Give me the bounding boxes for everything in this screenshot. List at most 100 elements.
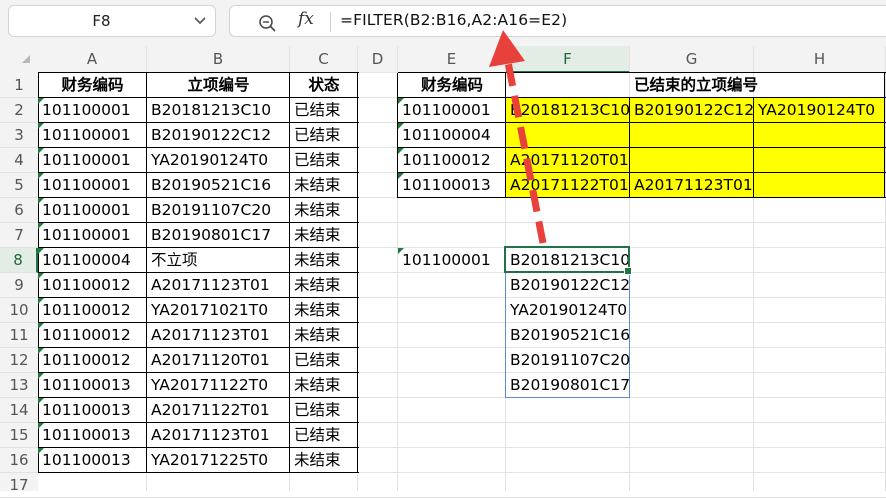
table-cell[interactable]: 未结束 (290, 198, 358, 223)
spreadsheet-grid[interactable]: 财务编码 立项编号 状态 101100001 B20181213C10 已结束 101100… (38, 72, 886, 498)
table-cell[interactable]: B20190801C17 (147, 223, 290, 248)
table-cell[interactable]: 101100012 (38, 273, 147, 298)
filter-key-cell[interactable]: 101100001 (398, 248, 506, 273)
table-header[interactable]: 状态 (290, 73, 358, 98)
table-cell[interactable]: B20181213C10 (147, 98, 290, 123)
table-cell[interactable]: 101100001 (38, 173, 147, 198)
table-cell[interactable]: 已结束 (290, 98, 358, 123)
column-header-a[interactable]: A (38, 46, 147, 73)
table-cell[interactable]: 101100012 (398, 148, 506, 173)
table-cell[interactable]: 未结束 (290, 173, 358, 198)
table-header[interactable]: 立项编号 (147, 73, 290, 98)
table-cell[interactable]: 101100001 (38, 223, 147, 248)
table-cell[interactable]: 101100013 (38, 423, 147, 448)
row-header-10[interactable]: 10 (0, 298, 38, 323)
row-header-15[interactable]: 15 (0, 423, 38, 448)
table-cell[interactable]: YA20171225T0 (147, 448, 290, 473)
table-cell[interactable]: A20171123T01 (630, 173, 754, 198)
row-header-7[interactable]: 7 (0, 223, 38, 248)
table-cell[interactable]: 101100001 (398, 98, 506, 123)
column-header-e[interactable]: E (398, 46, 506, 73)
table-cell[interactable]: 已结束 (290, 123, 358, 148)
table-header[interactable]: 财务编码 (38, 73, 147, 98)
table-cell[interactable]: A20171122T01 (506, 173, 630, 198)
table-cell[interactable]: 101100013 (38, 398, 147, 423)
row-header-4[interactable]: 4 (0, 148, 38, 173)
table-cell[interactable]: YA20171021T0 (147, 298, 290, 323)
table-cell[interactable]: 101100001 (38, 148, 147, 173)
column-header-g[interactable]: G (630, 46, 754, 73)
table-cell[interactable]: 101100012 (38, 323, 147, 348)
table-cell[interactable]: YA20171122T0 (147, 373, 290, 398)
table-cell[interactable]: 未结束 (290, 373, 358, 398)
table-cell[interactable]: B20190122C12 (630, 98, 754, 123)
formula-text[interactable]: =FILTER(B2:B16,A2:A16=E2) (340, 11, 567, 29)
table-cell[interactable]: 101100001 (38, 198, 147, 223)
column-header-b[interactable]: B (147, 46, 290, 73)
row-header-1[interactable]: 1 (0, 73, 38, 98)
table-cell[interactable]: 未结束 (290, 448, 358, 473)
column-header-h[interactable]: H (754, 46, 886, 73)
table-cell[interactable]: A20171122T01 (147, 398, 290, 423)
fill-handle[interactable] (624, 267, 632, 275)
row-header-11[interactable]: 11 (0, 323, 38, 348)
divider (330, 12, 331, 32)
formula-bar[interactable]: fx =FILTER(B2:B16,A2:A16=E2) (229, 5, 886, 37)
column-header-f[interactable]: F (506, 46, 630, 73)
row-header-16[interactable]: 16 (0, 448, 38, 473)
table-cell[interactable]: 101100013 (398, 173, 506, 198)
row-header-13[interactable]: 13 (0, 373, 38, 398)
table-cell[interactable]: B20191107C20 (147, 198, 290, 223)
table-cell[interactable]: B20190521C16 (147, 173, 290, 198)
text-number-indicator (38, 423, 44, 429)
column-header-c[interactable]: C (290, 46, 358, 73)
row-header-2[interactable]: 2 (0, 98, 38, 123)
table-cell[interactable]: 未结束 (290, 223, 358, 248)
table-header[interactable]: 已结束的立项编号 (506, 73, 886, 98)
column-header-d[interactable]: D (358, 46, 398, 73)
row-header-6[interactable]: 6 (0, 198, 38, 223)
row-header-8[interactable]: 8 (0, 248, 38, 273)
select-all-icon[interactable] (22, 55, 30, 63)
table-cell[interactable]: 不立项 (147, 248, 290, 273)
active-cell[interactable] (504, 246, 632, 275)
table-cell[interactable]: A20171120T01 (506, 148, 630, 173)
table-cell[interactable]: 101100001 (38, 98, 147, 123)
table-cell[interactable]: YA20190124T0 (754, 98, 886, 123)
row-header-12[interactable]: 12 (0, 348, 38, 373)
name-box[interactable]: F8 (8, 5, 216, 37)
table-cell[interactable]: 未结束 (290, 273, 358, 298)
table-cell[interactable]: 未结束 (290, 248, 358, 273)
table-cell[interactable]: 已结束 (290, 423, 358, 448)
table-cell[interactable]: 已结束 (290, 398, 358, 423)
zoom-icon[interactable] (258, 14, 278, 36)
row-header-5[interactable]: 5 (0, 173, 38, 198)
table-cell[interactable]: 101100012 (38, 348, 147, 373)
row-header-3[interactable]: 3 (0, 123, 38, 148)
table-cell[interactable]: 101100004 (38, 248, 147, 273)
fx-icon[interactable]: fx (298, 9, 314, 29)
row-header-14[interactable]: 14 (0, 398, 38, 423)
text-number-indicator (38, 298, 44, 304)
table-cell[interactable]: A20171123T01 (147, 423, 290, 448)
formula-toolbar: F8 fx =FILTER(B2:B16,A2:A16=E2) (0, 0, 886, 46)
chevron-down-icon[interactable] (193, 10, 207, 34)
table-cell[interactable]: 未结束 (290, 298, 358, 323)
table-cell[interactable]: B20190122C12 (147, 123, 290, 148)
table-cell[interactable]: B20181213C10 (506, 98, 630, 123)
table-cell[interactable]: A20171123T01 (147, 323, 290, 348)
table-cell[interactable]: 已结束 (290, 348, 358, 373)
row-header-17[interactable]: 17 (0, 473, 38, 498)
table-cell[interactable]: YA20190124T0 (147, 148, 290, 173)
row-header-9[interactable]: 9 (0, 273, 38, 298)
table-cell[interactable]: 101100004 (398, 123, 506, 148)
table-cell[interactable]: 101100013 (38, 373, 147, 398)
table-header[interactable]: 财务编码 (398, 73, 506, 98)
table-cell[interactable]: A20171120T01 (147, 348, 290, 373)
table-cell[interactable]: 未结束 (290, 323, 358, 348)
table-cell[interactable]: 101100001 (38, 123, 147, 148)
table-cell[interactable]: 101100013 (38, 448, 147, 473)
table-cell[interactable]: 101100012 (38, 298, 147, 323)
table-cell[interactable]: A20171123T01 (147, 273, 290, 298)
table-cell[interactable]: 已结束 (290, 148, 358, 173)
